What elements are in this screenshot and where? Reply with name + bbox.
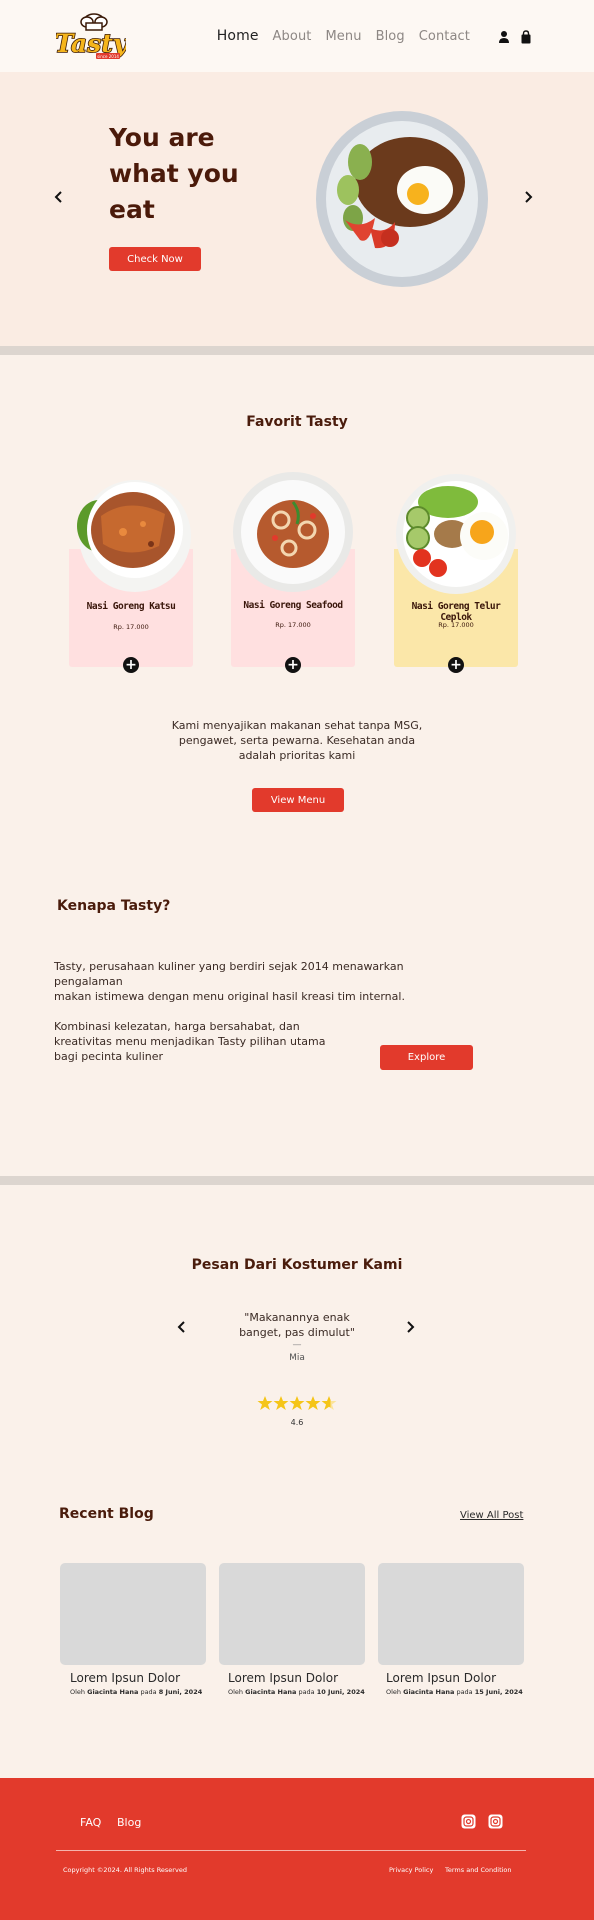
nav-home[interactable]: Home <box>217 28 259 44</box>
main-nav: Home About Menu Blog Contact <box>217 0 594 72</box>
section-divider <box>0 346 594 355</box>
star-half-icon <box>321 1396 337 1410</box>
tasty-logo[interactable]: Tasty since 2014 <box>54 10 130 62</box>
star-icon <box>305 1396 321 1410</box>
nav-menu[interactable]: Menu <box>325 29 361 44</box>
star-icon <box>273 1396 289 1410</box>
footer-link-faq[interactable]: FAQ <box>80 1816 101 1829</box>
rating-stars <box>257 1395 339 1411</box>
testimonial-prev-arrow-icon[interactable] <box>175 1319 189 1333</box>
hero-food-image <box>315 110 489 288</box>
nasi-goreng-katsu-image <box>69 476 193 600</box>
check-now-button[interactable]: Check Now <box>109 247 201 271</box>
blog-post-image[interactable] <box>60 1563 206 1665</box>
why-tasty-paragraph-2: Kombinasi kelezatan, harga bersahabat, d… <box>54 1020 326 1063</box>
blog-post-title[interactable]: Lorem Ipsun Dolor <box>386 1671 496 1685</box>
blog-post-meta: Oleh Giacinta Hana pada 10 Juni, 2024 <box>228 1688 365 1696</box>
star-icon <box>257 1396 273 1410</box>
user-icon[interactable] <box>498 29 510 43</box>
chef-hat-icon <box>80 13 108 31</box>
favorites-description: Kami menyajikan makanan sehat tanpa MSG,… <box>171 719 423 762</box>
nasi-goreng-seafood-image <box>231 472 355 596</box>
site-footer: FAQ Blog Copyright ©2024. All Rights Res… <box>0 1778 594 1920</box>
shopping-bag-icon[interactable] <box>520 29 532 44</box>
favorites-title: Favorit Tasty <box>246 414 348 430</box>
nav-contact[interactable]: Contact <box>419 29 470 44</box>
testimonial-quote: "Makanannya enak banget, pas dimulut" <box>239 1311 355 1339</box>
blog-post-meta: Oleh Giacinta Hana pada 15 Juni, 2024 <box>386 1688 523 1696</box>
menu-card-price: Rp. 17.000 <box>438 621 474 629</box>
menu-card-price: Rp. 17.000 <box>275 621 311 629</box>
add-to-cart-icon[interactable]: + <box>123 657 139 673</box>
menu-card-name: Nasi Goreng Katsu <box>86 601 176 612</box>
view-all-post-link[interactable]: View All Post <box>460 1510 523 1521</box>
testimonial-author: Mia <box>289 1353 305 1363</box>
view-menu-button[interactable]: View Menu <box>252 788 344 812</box>
footer-divider <box>56 1850 526 1851</box>
svg-text:since 2014: since 2014 <box>97 54 119 59</box>
testimonials-title: Pesan Dari Kostumer Kami <box>191 1257 403 1273</box>
why-tasty-title: Kenapa Tasty? <box>57 898 171 914</box>
menu-card-name: Nasi Goreng Seafood <box>243 600 343 611</box>
star-icon <box>289 1396 305 1410</box>
instagram-icon[interactable] <box>461 1814 476 1829</box>
blog-post-image[interactable] <box>219 1563 365 1665</box>
hero-prev-arrow-icon[interactable] <box>52 189 66 203</box>
copyright-text: Copyright ©2024. All Rights Reserved <box>63 1866 187 1874</box>
testimonial-next-arrow-icon[interactable] <box>403 1319 417 1333</box>
why-tasty-paragraph-1: Tasty, perusahaan kuliner yang berdiri s… <box>54 960 405 1003</box>
menu-card-price: Rp. 17.000 <box>113 623 149 631</box>
recent-blog-title: Recent Blog <box>59 1506 154 1522</box>
nav-about[interactable]: About <box>273 29 312 44</box>
hero-section <box>0 72 594 346</box>
blog-post-image[interactable] <box>378 1563 524 1665</box>
rating-value: 4.6 <box>290 1418 304 1427</box>
nasi-goreng-telur-ceplok-image <box>394 474 518 598</box>
menu-card-name: Nasi Goreng Telur Ceplok <box>411 601 501 623</box>
footer-link-blog[interactable]: Blog <box>117 1816 141 1829</box>
terms-link[interactable]: Terms and Condition <box>445 1866 512 1874</box>
nav-blog[interactable]: Blog <box>376 29 405 44</box>
blog-post-title[interactable]: Lorem Ipsun Dolor <box>70 1671 180 1685</box>
site-header: Tasty since 2014 Home About Menu Blog Co… <box>0 0 594 72</box>
blog-post-meta: Oleh Giacinta Hana pada 8 Juni, 2024 <box>70 1688 203 1696</box>
hero-next-arrow-icon[interactable] <box>521 189 535 203</box>
instagram-icon[interactable] <box>488 1814 503 1829</box>
explore-button[interactable]: Explore <box>380 1045 473 1070</box>
add-to-cart-icon[interactable]: + <box>285 657 301 673</box>
add-to-cart-icon[interactable]: + <box>448 657 464 673</box>
section-divider <box>0 1176 594 1185</box>
hero-title: You are what you eat <box>109 123 239 224</box>
privacy-policy-link[interactable]: Privacy Policy <box>389 1866 433 1874</box>
blog-post-title[interactable]: Lorem Ipsun Dolor <box>228 1671 338 1685</box>
